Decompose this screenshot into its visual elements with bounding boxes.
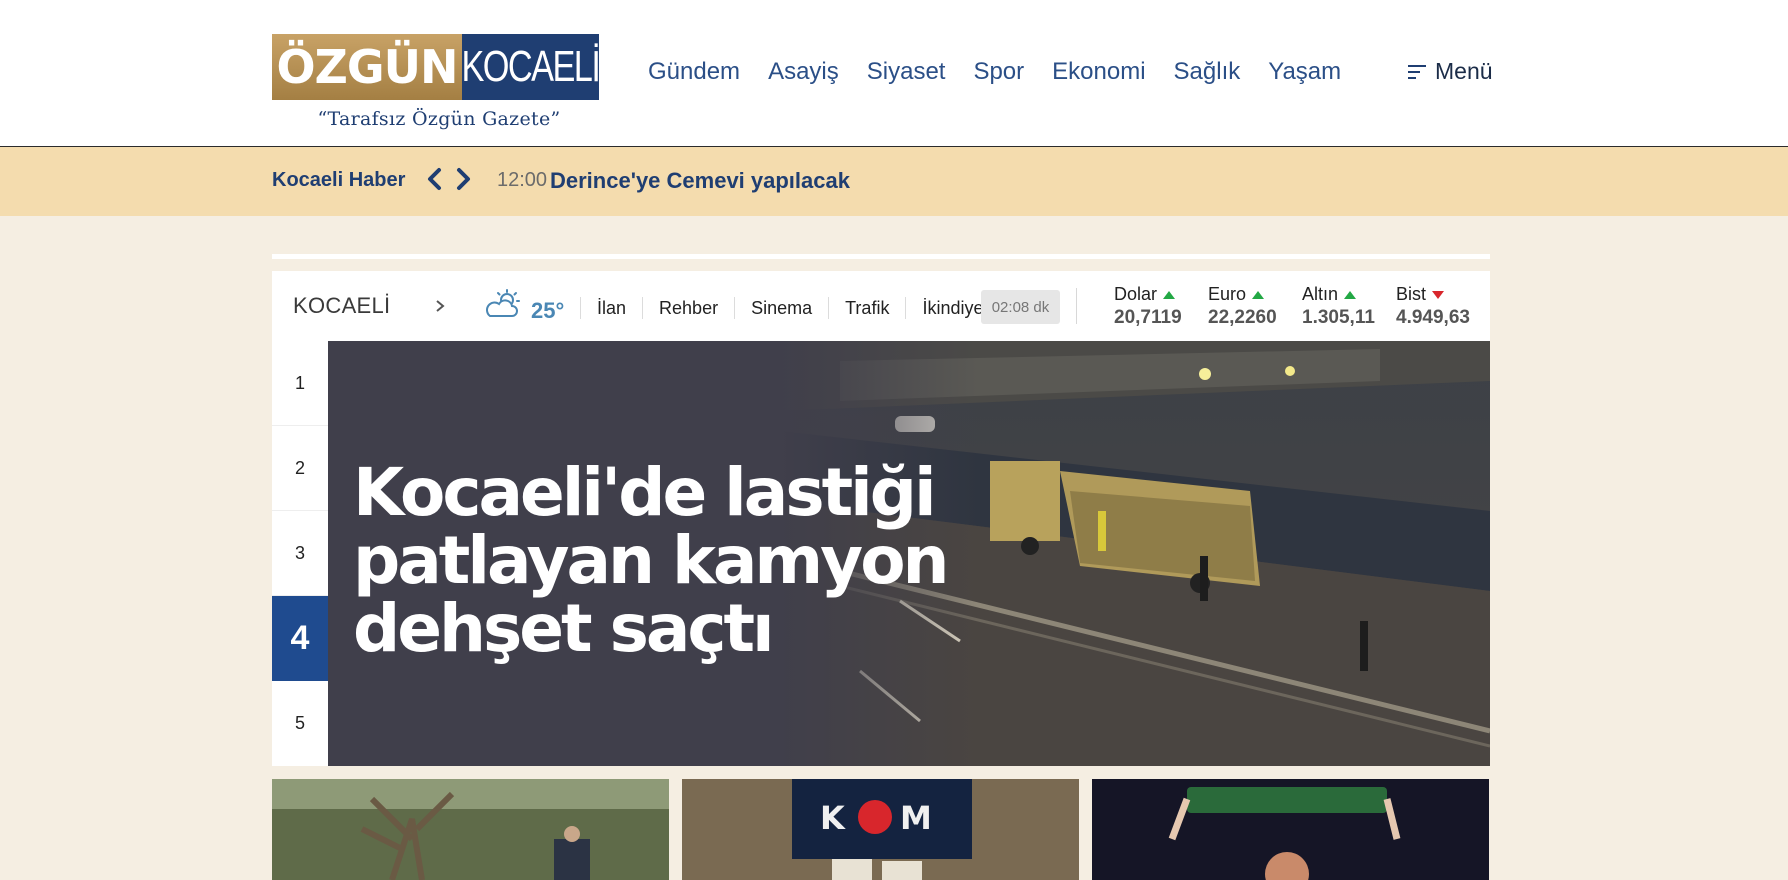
ticker-time: 12:00 bbox=[497, 169, 548, 191]
trend-up-icon bbox=[1252, 290, 1265, 299]
logo-tagline: “Tarafsız Özgün Gazete” bbox=[317, 108, 561, 130]
link-sinema[interactable]: Sinema bbox=[734, 297, 828, 319]
city-selector-label[interactable]: KOCAELİ bbox=[293, 293, 390, 319]
nav-spor[interactable]: Spor bbox=[973, 58, 1024, 86]
link-rehber[interactable]: Rehber bbox=[642, 297, 734, 319]
slider-pagination: 1 2 3 4 5 bbox=[272, 341, 328, 766]
ticker-label[interactable]: Kocaeli Haber bbox=[272, 169, 405, 192]
info-bar: KOCAELİ 25° İlan Rehber Sinema Trafik İk… bbox=[272, 271, 1490, 341]
logo-ozgun: ÖZGÜN bbox=[272, 34, 462, 100]
prayer-countdown: 02:08 dk bbox=[981, 290, 1060, 324]
market-dolar[interactable]: Dolar 20,7119 bbox=[1114, 284, 1182, 329]
nav-saglik[interactable]: Sağlık bbox=[1174, 58, 1241, 86]
market-value: 22,2260 bbox=[1208, 307, 1277, 328]
news-card-image bbox=[1092, 779, 1489, 880]
chevron-left-icon[interactable] bbox=[424, 167, 446, 191]
market-euro[interactable]: Euro 22,2260 bbox=[1208, 284, 1277, 329]
market-name: Euro bbox=[1208, 284, 1247, 304]
temperature: 25° bbox=[531, 298, 565, 323]
ticker-headline[interactable]: Derince'ye Cemevi yapılacak bbox=[550, 168, 850, 194]
slider-page-5[interactable]: 5 bbox=[272, 681, 328, 766]
site-header: ÖZGÜN KOCAELİ “Tarafsız Özgün Gazete” Gü… bbox=[0, 0, 1788, 147]
market-value: 20,7119 bbox=[1114, 307, 1182, 328]
news-card-image: K M bbox=[682, 779, 1079, 880]
hero-slide[interactable]: Kocaeli'de lastiği patlayan kamyon dehşe… bbox=[328, 341, 1490, 766]
trend-down-icon bbox=[1432, 290, 1445, 299]
chevron-right-icon[interactable] bbox=[432, 296, 448, 316]
nav-yasam[interactable]: Yaşam bbox=[1268, 58, 1341, 86]
main-nav: Gündem Asayiş Siyaset Spor Ekonomi Sağlı… bbox=[648, 54, 1369, 90]
slider-page-2[interactable]: 2 bbox=[272, 426, 328, 511]
slider-page-1[interactable]: 1 bbox=[272, 341, 328, 426]
market-bist[interactable]: Bist 4.949,63 bbox=[1396, 284, 1470, 329]
nav-siyaset[interactable]: Siyaset bbox=[867, 58, 946, 86]
link-ilan[interactable]: İlan bbox=[580, 297, 642, 319]
market-value: 1.305,11 bbox=[1302, 307, 1375, 328]
hamburger-icon bbox=[1408, 64, 1426, 80]
news-card-1[interactable] bbox=[272, 779, 669, 880]
news-card-2[interactable]: K M bbox=[682, 779, 1079, 880]
market-name: Dolar bbox=[1114, 284, 1158, 304]
trend-up-icon bbox=[1344, 290, 1357, 299]
logo-kocaeli: KOCAELİ bbox=[462, 34, 601, 100]
divider bbox=[1076, 288, 1077, 324]
nav-gundem[interactable]: Gündem bbox=[648, 58, 740, 86]
site-logo[interactable]: ÖZGÜN KOCAELİ bbox=[272, 34, 601, 100]
nav-asayis[interactable]: Asayiş bbox=[768, 58, 839, 86]
market-value: 4.949,63 bbox=[1396, 307, 1470, 328]
ticker-arrows bbox=[424, 167, 474, 191]
menu-button[interactable]: Menü bbox=[1408, 58, 1493, 85]
slider-page-4[interactable]: 4 bbox=[272, 596, 328, 681]
nav-ekonomi[interactable]: Ekonomi bbox=[1052, 58, 1145, 86]
quick-links: İlan Rehber Sinema Trafik İkindiye bbox=[580, 293, 993, 323]
link-trafik[interactable]: Trafik bbox=[828, 297, 905, 319]
svg-text:K: K bbox=[820, 799, 846, 837]
section-divider bbox=[272, 254, 1490, 259]
news-card-3[interactable] bbox=[1092, 779, 1489, 880]
slider-page-3[interactable]: 3 bbox=[272, 511, 328, 596]
news-card-image bbox=[272, 779, 669, 880]
svg-text:M: M bbox=[900, 799, 932, 837]
trend-up-icon bbox=[1163, 290, 1176, 299]
news-ticker: Kocaeli Haber 12:00 Derince'ye Cemevi ya… bbox=[0, 147, 1788, 216]
partly-cloudy-icon bbox=[486, 289, 520, 317]
hero-headline[interactable]: Kocaeli'de lastiği patlayan kamyon dehşe… bbox=[353, 459, 973, 663]
chevron-right-icon[interactable] bbox=[452, 167, 474, 191]
market-altin[interactable]: Altın 1.305,11 bbox=[1302, 284, 1375, 329]
market-name: Altın bbox=[1302, 284, 1339, 304]
menu-label: Menü bbox=[1435, 58, 1493, 84]
market-name: Bist bbox=[1396, 284, 1427, 304]
